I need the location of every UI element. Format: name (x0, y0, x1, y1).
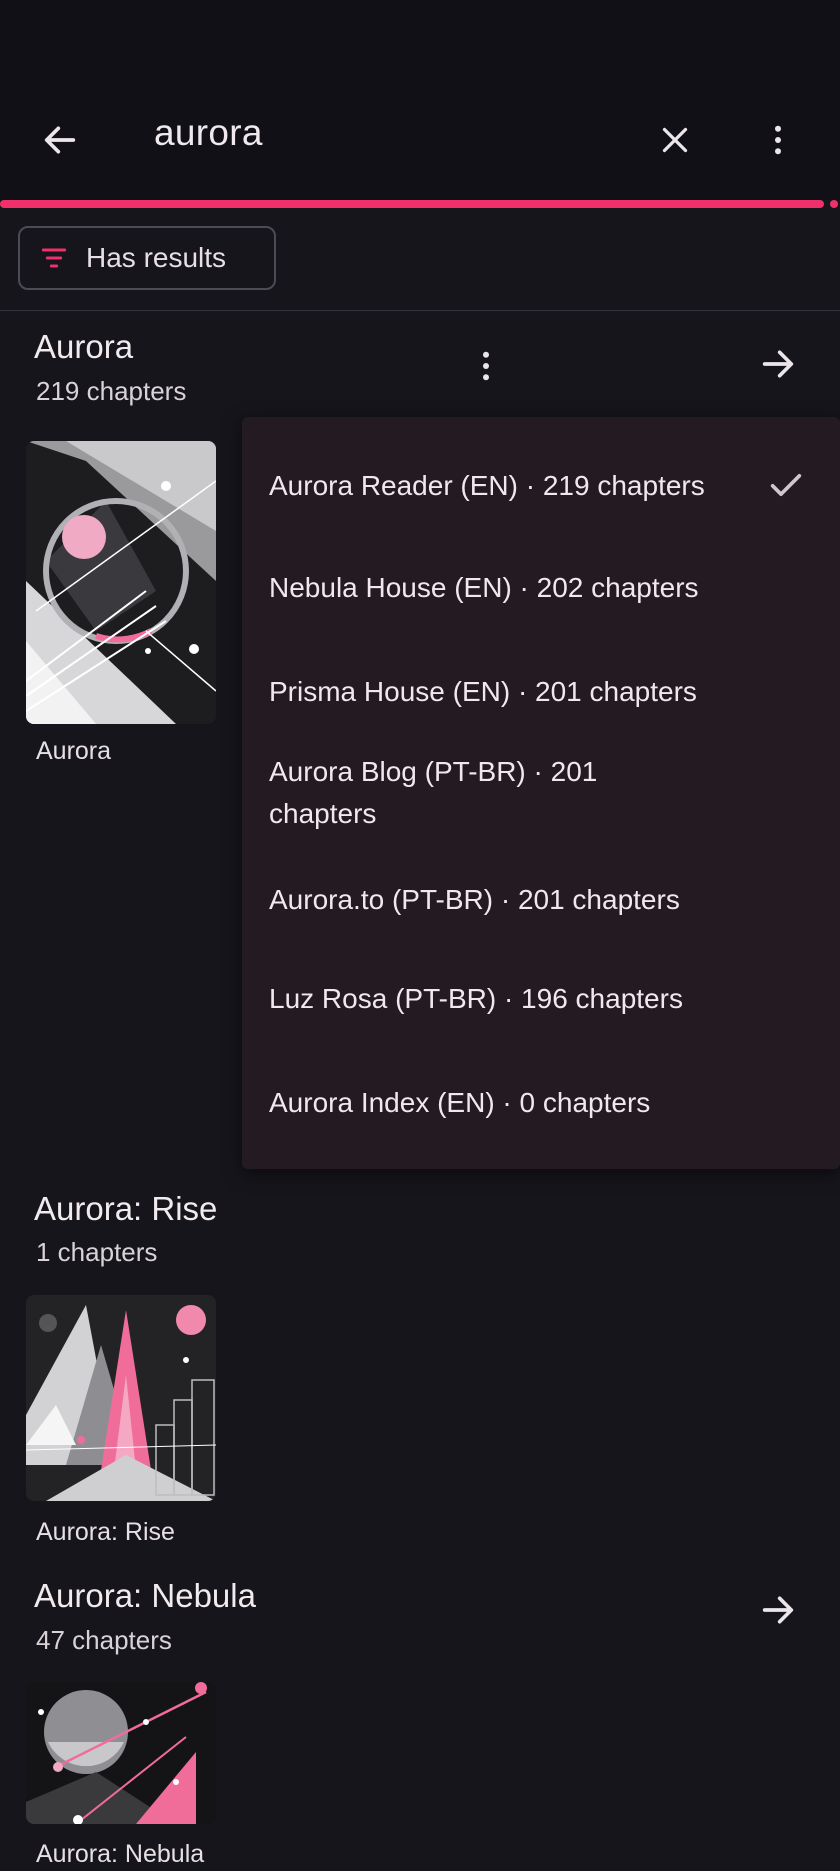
cover-title: Aurora: Nebula (36, 1840, 205, 1868)
menu-item-label: Luz Rosa (PT-BR) · 196 chapters (269, 983, 683, 1014)
more-vert-icon (483, 351, 489, 381)
menu-item-luz-rosa[interactable]: Luz Rosa (PT-BR) · 196 chapters (269, 978, 769, 1020)
menu-item-label: Aurora Index (EN) · 0 chapters (269, 1087, 651, 1118)
divider (0, 310, 840, 311)
manga-cover-aurora-nebula[interactable] (26, 1682, 216, 1824)
filter-chip-label: Has results (86, 242, 227, 273)
check-icon (770, 474, 802, 496)
menu-item-label: Prisma House (EN) · 201 chapters (269, 676, 697, 707)
group-title: Aurora: Rise (34, 1190, 218, 1227)
clear-search-button[interactable] (643, 108, 707, 172)
arrow-right-icon (762, 350, 794, 378)
loading-progress-bar (0, 200, 824, 208)
progress-end-dot (830, 200, 838, 208)
menu-item-label: Aurora Blog (PT-BR) · 201 chapters (269, 756, 598, 829)
arrow-left-icon (44, 126, 76, 154)
cover-title: Aurora: Rise (36, 1518, 175, 1546)
cover-art (26, 1682, 216, 1824)
cover-title: Aurora (36, 737, 112, 765)
more-vert-icon (775, 125, 781, 155)
search-input[interactable]: aurora (154, 112, 263, 154)
arrow-right-icon (762, 1596, 794, 1624)
menu-item-aurora-blog[interactable]: Aurora Blog (PT-BR) · 201 chapters (269, 751, 639, 835)
source-menu-button[interactable] (454, 334, 518, 398)
source-dropdown-menu: Aurora Reader (EN) · 219 chapters Nebula… (242, 417, 840, 1169)
group-chapter-count: 1 chapters (36, 1237, 158, 1267)
menu-item-aurora-to[interactable]: Aurora.to (PT-BR) · 201 chapters (269, 879, 769, 921)
close-icon (662, 127, 688, 153)
overflow-menu-button[interactable] (746, 108, 810, 172)
manga-cover-aurora[interactable] (26, 441, 216, 724)
cover-art (26, 1295, 216, 1501)
group-chapter-count: 47 chapters (36, 1625, 172, 1655)
group-chapter-count: 219 chapters (36, 376, 187, 406)
back-button[interactable] (28, 108, 92, 172)
group-title: Aurora: Nebula (34, 1577, 256, 1614)
open-group-button[interactable] (746, 332, 810, 396)
open-group-button[interactable] (746, 1578, 810, 1642)
menu-item-prisma-house[interactable]: Prisma House (EN) · 201 chapters (269, 671, 769, 713)
menu-item-aurora-reader[interactable]: Aurora Reader (EN) · 219 chapters (269, 465, 769, 507)
group-title: Aurora (34, 328, 134, 365)
menu-item-nebula-house[interactable]: Nebula House (EN) · 202 chapters (269, 567, 769, 609)
menu-item-label: Aurora Reader (EN) · 219 chapters (269, 470, 705, 501)
menu-item-label: Nebula House (EN) · 202 chapters (269, 572, 699, 603)
has-results-filter-chip[interactable]: Has results (18, 226, 276, 290)
filter-icon (41, 248, 67, 268)
menu-item-label: Aurora.to (PT-BR) · 201 chapters (269, 884, 680, 915)
top-app-bar: aurora (0, 0, 840, 200)
manga-cover-aurora-rise[interactable] (26, 1295, 216, 1501)
cover-art (26, 441, 216, 724)
menu-item-aurora-index[interactable]: Aurora Index (EN) · 0 chapters (269, 1082, 769, 1124)
